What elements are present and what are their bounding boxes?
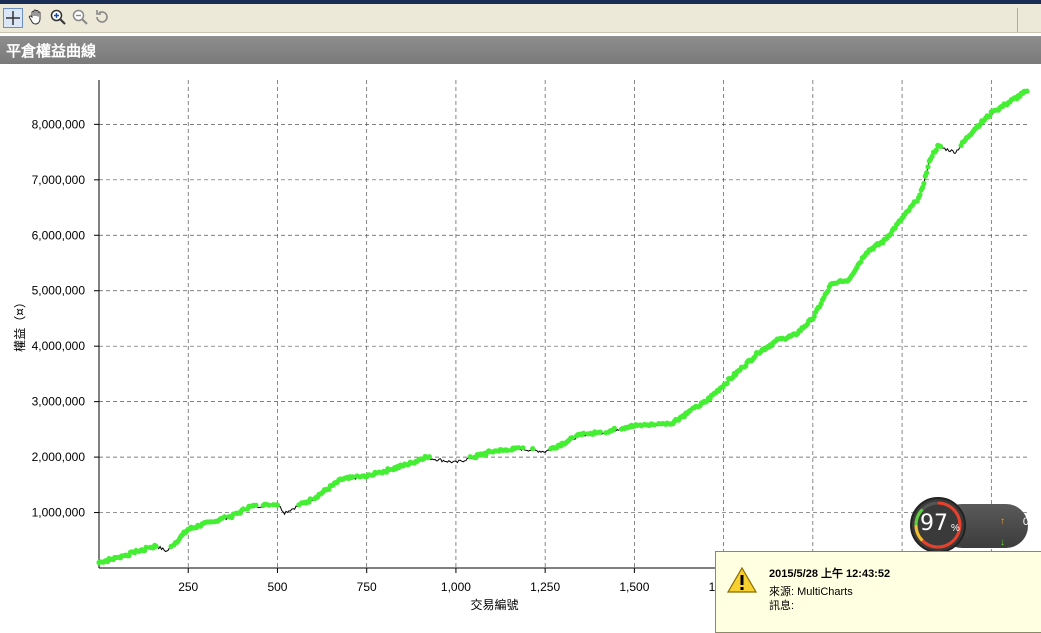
new-high-point: [597, 429, 603, 435]
x-tick-label: 750: [357, 580, 377, 594]
x-axis-label: 交易編號: [470, 597, 518, 612]
y-tick-label: 1,000,000: [32, 506, 86, 520]
notification-message-label: 訊息:: [769, 600, 795, 612]
network-monitor-widget[interactable]: ↑ 0.9K/s ↓ 0K/s 97 %: [910, 497, 1041, 553]
new-high-point: [1024, 88, 1030, 94]
upload-rate-value: 0.9K/s: [1022, 516, 1041, 528]
notification-timestamp: 2015/5/28 上午 12:43:52: [769, 568, 891, 580]
toolbar-separator: [1017, 8, 1018, 32]
download-rate: ↓ 0K/s: [1000, 537, 1041, 549]
download-rate-value: 0K/s: [1031, 537, 1041, 549]
equity-series: [96, 88, 1030, 566]
crosshair-icon[interactable]: [3, 8, 23, 28]
y-tick-label: 2,000,000: [32, 450, 86, 464]
new-high-point: [274, 502, 281, 508]
hand-icon[interactable]: [26, 8, 46, 28]
download-arrow-icon: ↓: [1000, 537, 1005, 548]
zoom-out-icon[interactable]: [70, 8, 90, 28]
new-high-point: [924, 170, 930, 176]
notification-popup[interactable]: 2015/5/28 上午 12:43:52 來源: MultiCharts 訊息…: [715, 551, 1041, 633]
new-high-point: [611, 425, 618, 431]
y-tick-label: 8,000,000: [32, 117, 86, 131]
reset-zoom-icon[interactable]: [92, 8, 112, 28]
new-high-point: [724, 380, 730, 386]
new-high-point: [917, 192, 923, 198]
x-tick-label: 1,000: [441, 580, 471, 594]
page-title: 平倉權益曲線: [6, 42, 97, 60]
new-high-point: [153, 543, 159, 549]
y-axis-ticks: 1,000,000 2,000,000 3,000,000 4,000,000 5,00…: [32, 117, 99, 520]
new-high-point: [426, 454, 432, 460]
new-high-point: [520, 445, 526, 451]
x-tick-label: 250: [178, 580, 198, 594]
y-tick-label: 6,000,000: [32, 228, 86, 242]
chart-grid: [99, 80, 1027, 568]
memory-gauge: 97 %: [910, 497, 966, 553]
toolbar: [0, 4, 1041, 33]
warning-icon: [726, 566, 758, 593]
new-high-point: [925, 164, 931, 170]
y-tick-label: 5,000,000: [32, 284, 86, 298]
equity-line: [98, 90, 1028, 564]
upload-arrow-icon: ↑: [1000, 516, 1005, 527]
x-tick-label: 500: [267, 580, 287, 594]
memory-percent: 97: [920, 511, 948, 536]
x-tick-label: 1,250: [530, 580, 560, 594]
y-axis-label: 權益（¤）: [13, 296, 27, 352]
equity-chart[interactable]: 1,000,000 2,000,000 3,000,000 4,000,000 5,00…: [0, 64, 1041, 618]
memory-percent-sign: %: [951, 523, 960, 534]
x-tick-label: 1,500: [619, 580, 649, 594]
new-high-point: [253, 502, 259, 508]
y-tick-label: 4,000,000: [32, 339, 86, 353]
new-high-point: [530, 446, 536, 452]
chart-title-bar: 平倉權益曲線: [0, 36, 1041, 64]
new-high-point: [937, 143, 944, 149]
new-high-point: [921, 180, 927, 186]
zoom-in-icon[interactable]: [48, 8, 68, 28]
y-tick-label: 7,000,000: [32, 173, 86, 187]
upload-rate: ↑ 0.9K/s: [1000, 516, 1041, 528]
y-tick-label: 3,000,000: [32, 395, 86, 409]
new-high-point: [467, 454, 473, 460]
